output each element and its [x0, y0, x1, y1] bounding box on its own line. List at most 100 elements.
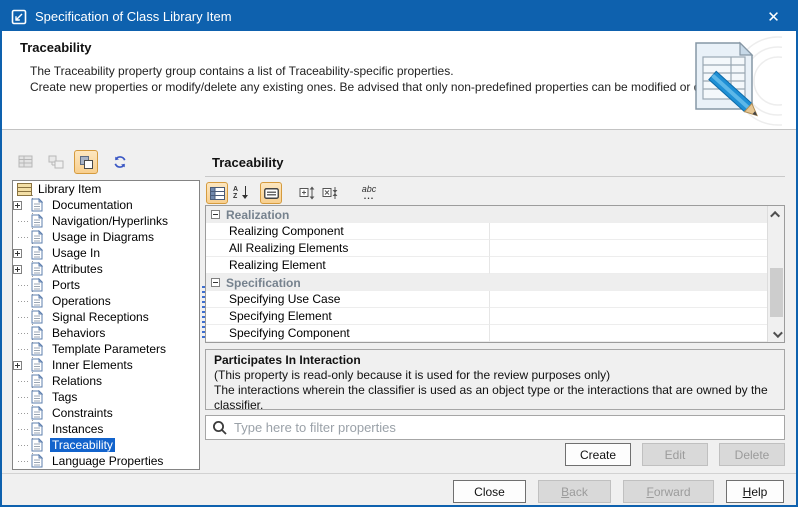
- header-title: Traceability: [20, 40, 92, 55]
- dialog-buttons: CloseBackForwardHelp: [453, 480, 784, 503]
- property-row-realizing-element[interactable]: Realizing Element: [206, 257, 768, 274]
- tree-connector: [13, 213, 31, 229]
- sort-az-icon: AZ: [233, 186, 245, 200]
- hierarchy-icon: [48, 155, 64, 169]
- tree-item-behaviors[interactable]: Behaviors: [13, 325, 199, 341]
- tree-item-navigation-hyperlinks[interactable]: Navigation/Hyperlinks: [13, 213, 199, 229]
- property-value[interactable]: [490, 291, 768, 308]
- tree-item-label: Navigation/Hyperlinks: [50, 214, 170, 228]
- property-row-specifying-element[interactable]: Specifying Element: [206, 308, 768, 325]
- property-value[interactable]: [490, 240, 768, 257]
- sort-alphabetically-button[interactable]: AZ: [228, 182, 250, 204]
- tree-item-label: Inner Elements: [50, 358, 135, 372]
- scrollbar-up-icon[interactable]: [768, 206, 785, 222]
- tree-item-tags[interactable]: Tags: [13, 389, 199, 405]
- tree-item-operations[interactable]: Operations: [13, 293, 199, 309]
- expand-all-icon: [299, 186, 316, 200]
- collapse-all-icon: [322, 186, 339, 200]
- property-group-realization[interactable]: Realization: [206, 206, 768, 223]
- collapse-icon[interactable]: [211, 210, 220, 219]
- properties-table: RealizationRealizing ComponentAll Realiz…: [205, 205, 785, 343]
- tree-item-library-item[interactable]: Library Item: [13, 181, 199, 197]
- document-icon: [31, 358, 43, 372]
- property-name: Specifying Component: [206, 325, 490, 342]
- filter-properties-input[interactable]: [234, 418, 784, 438]
- tree-item-language-properties[interactable]: Language Properties: [13, 453, 199, 469]
- tree-item-label: Usage in Diagrams: [50, 230, 156, 244]
- tree-connector: [13, 261, 31, 277]
- tree-item-label: Language Properties: [50, 454, 165, 468]
- tree-item-constraints[interactable]: Constraints: [13, 405, 199, 421]
- property-value[interactable]: [490, 223, 768, 240]
- document-icon: [31, 374, 43, 388]
- tree-item-label: Operations: [50, 294, 113, 308]
- property-name: Specifying Element: [206, 308, 490, 325]
- tree-item-usage-in-diagrams[interactable]: Usage in Diagrams: [13, 229, 199, 245]
- show-description-button[interactable]: [260, 182, 282, 204]
- tree-item-instances[interactable]: Instances: [13, 421, 199, 437]
- categorized-view-button[interactable]: [206, 182, 228, 204]
- property-name: Realizing Element: [206, 257, 490, 274]
- tree-item-attributes[interactable]: Attributes: [13, 261, 199, 277]
- header-banner: Traceability The Traceability property g…: [2, 31, 796, 130]
- search-icon: [212, 420, 228, 436]
- collapse-nodes-button[interactable]: [319, 182, 342, 204]
- tree-item-documentation[interactable]: Documentation: [13, 197, 199, 213]
- tree-connector: [13, 405, 31, 421]
- tree-connector: [13, 293, 31, 309]
- document-pencil-icon: [678, 35, 782, 127]
- tree-item-label: Signal Receptions: [50, 310, 151, 324]
- document-icon: [31, 454, 43, 468]
- property-value[interactable]: [490, 308, 768, 325]
- expand-icon[interactable]: [13, 265, 22, 274]
- scrollbar-down-icon[interactable]: [768, 326, 785, 342]
- tree-item-usage-in[interactable]: Usage In: [13, 245, 199, 261]
- property-group-specification[interactable]: Specification: [206, 274, 768, 291]
- tree-connector: [13, 197, 31, 213]
- property-row-specifying-use-case[interactable]: Specifying Use Case: [206, 291, 768, 308]
- window-title: Specification of Class Library Item: [35, 9, 232, 24]
- tree-item-inner-elements[interactable]: Inner Elements: [13, 357, 199, 373]
- vertical-scrollbar[interactable]: [767, 206, 784, 342]
- property-name: All Realizing Elements: [206, 240, 490, 257]
- document-icon: [31, 230, 43, 244]
- document-icon: [31, 326, 43, 340]
- tree-item-traceability[interactable]: Traceability: [13, 437, 199, 453]
- expand-icon[interactable]: [13, 361, 22, 370]
- tree-connector: [13, 421, 31, 437]
- tree-item-template-parameters[interactable]: Template Parameters: [13, 341, 199, 357]
- show-full-types-button[interactable]: abc ...: [358, 182, 380, 204]
- class-icon: [17, 183, 32, 196]
- document-icon: [31, 262, 43, 276]
- collapse-icon[interactable]: [211, 278, 220, 287]
- group-view-button[interactable]: [74, 150, 98, 174]
- expand-nodes-button[interactable]: [296, 182, 319, 204]
- tree-item-label: Library Item: [36, 182, 103, 196]
- property-value[interactable]: [490, 325, 768, 342]
- tree-item-label: Constraints: [50, 406, 115, 420]
- tree-item-ports[interactable]: Ports: [13, 277, 199, 293]
- back-button: Back: [538, 480, 611, 503]
- tree-item-label: Ports: [50, 278, 82, 292]
- dialog-icon: [11, 9, 27, 25]
- properties-panel-title: Traceability: [212, 155, 284, 170]
- properties-toolbar: AZ: [206, 181, 380, 205]
- property-value[interactable]: [490, 257, 768, 274]
- close-button[interactable]: Close: [453, 480, 526, 503]
- create-button[interactable]: Create: [565, 443, 631, 466]
- abc-icon: abc ...: [362, 186, 377, 200]
- expand-icon[interactable]: [13, 249, 22, 258]
- property-row-specifying-component[interactable]: Specifying Component: [206, 325, 768, 342]
- property-description-line-1: (This property is read-only because it i…: [214, 368, 776, 383]
- title-bar: Specification of Class Library Item ✕: [2, 2, 796, 31]
- expand-icon[interactable]: [13, 201, 22, 210]
- refresh-button[interactable]: [108, 150, 132, 174]
- tree-connector: [13, 357, 31, 373]
- help-button[interactable]: Help: [726, 480, 784, 503]
- scrollbar-thumb[interactable]: [770, 268, 783, 317]
- tree-item-relations[interactable]: Relations: [13, 373, 199, 389]
- property-row-realizing-component[interactable]: Realizing Component: [206, 223, 768, 240]
- close-icon[interactable]: ✕: [751, 2, 796, 31]
- property-row-all-realizing-elements[interactable]: All Realizing Elements: [206, 240, 768, 257]
- tree-item-signal-receptions[interactable]: Signal Receptions: [13, 309, 199, 325]
